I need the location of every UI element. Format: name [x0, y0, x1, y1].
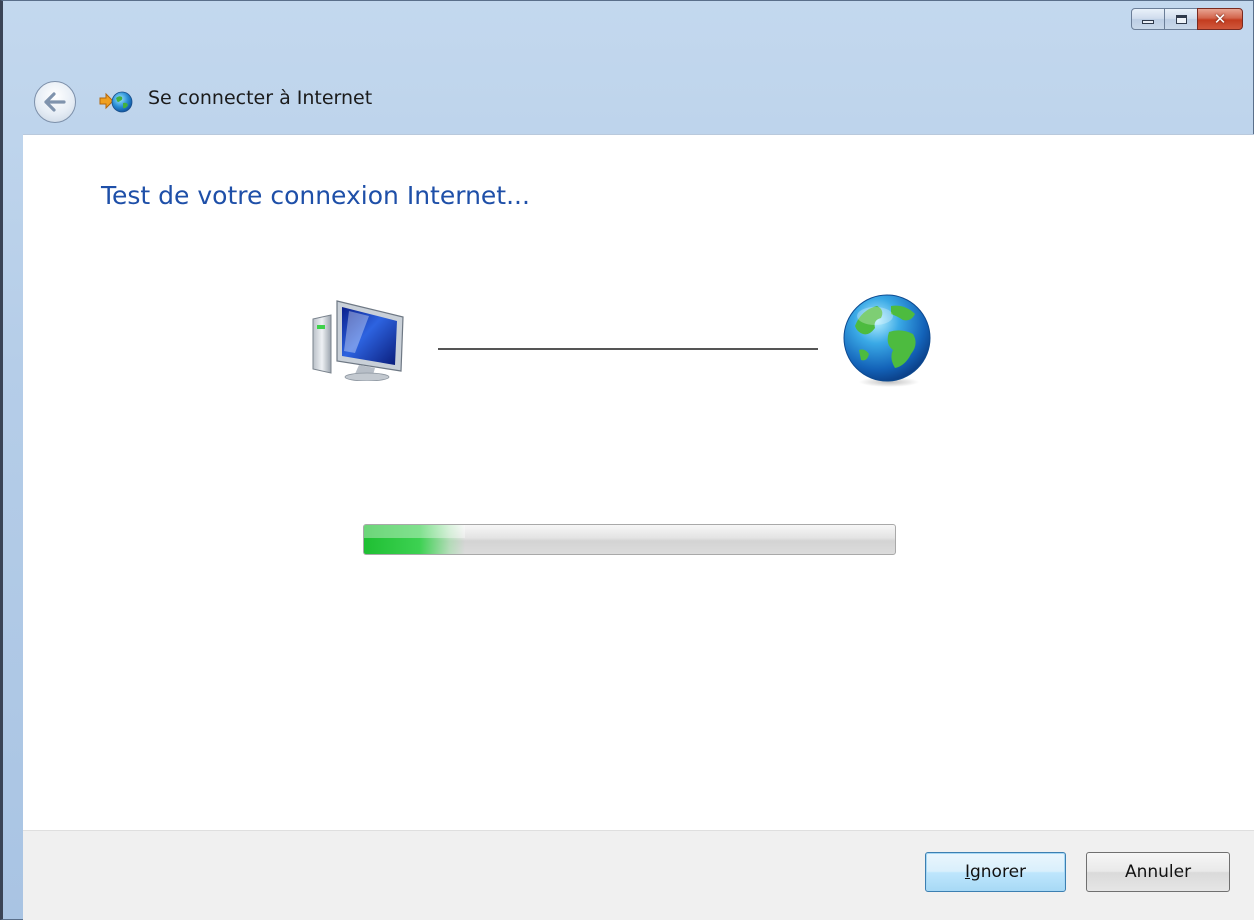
- dialog-window: ✕ Se connecter à Internet Test de votre …: [0, 0, 1254, 920]
- connection-line: [438, 348, 818, 350]
- window-caption-buttons: ✕: [1131, 8, 1243, 30]
- content-area: Test de votre connexion Internet...: [23, 134, 1254, 830]
- minimize-button[interactable]: [1131, 8, 1165, 30]
- skip-button[interactable]: Ignorer: [925, 852, 1066, 892]
- maximize-button[interactable]: [1164, 8, 1198, 30]
- back-arrow-icon: [44, 92, 66, 112]
- progress-bar: [363, 524, 896, 555]
- computer-icon: [312, 300, 404, 381]
- close-icon: ✕: [1213, 9, 1227, 28]
- cancel-button[interactable]: Annuler: [1086, 852, 1230, 892]
- connect-internet-icon: [99, 91, 133, 113]
- skip-button-label: Ignorer: [964, 862, 1027, 882]
- minimize-icon: [1142, 20, 1154, 24]
- dialog-footer: Ignorer Annuler: [23, 830, 1254, 920]
- close-button[interactable]: ✕: [1197, 8, 1243, 30]
- maximize-icon: [1175, 14, 1187, 24]
- globe-icon: [843, 294, 931, 387]
- back-button[interactable]: [34, 81, 76, 123]
- progress-fill: [364, 525, 465, 554]
- window-title: Se connecter à Internet: [148, 87, 373, 109]
- page-heading: Test de votre connexion Internet...: [101, 181, 530, 210]
